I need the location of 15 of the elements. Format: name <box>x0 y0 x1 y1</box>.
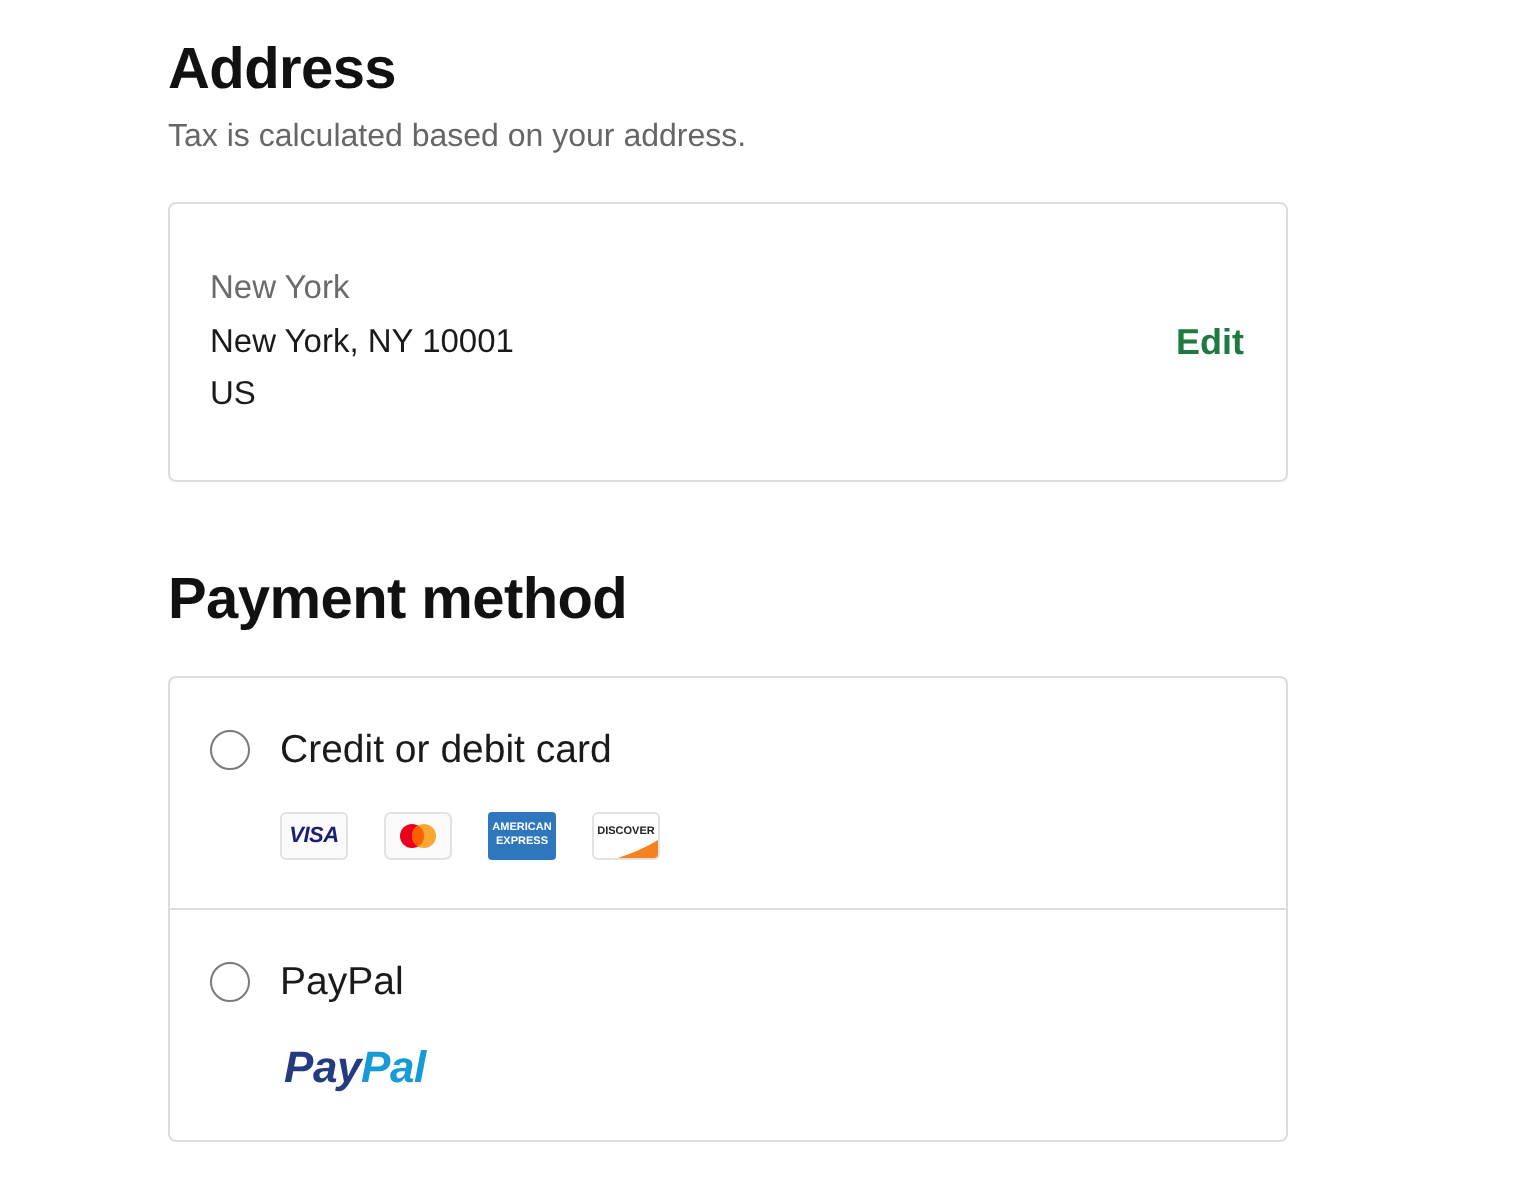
address-line: US <box>210 374 256 417</box>
radio-button[interactable] <box>210 962 250 1002</box>
section-subtitle: Tax is calculated based on your address. <box>168 118 747 158</box>
visa-logo: VISA <box>280 812 348 860</box>
paypal-logo: PayPal <box>284 1044 426 1092</box>
payment-option-label[interactable]: Credit or debit card <box>280 726 612 774</box>
swoosh-icon <box>618 840 658 858</box>
payment-option-label[interactable]: PayPal <box>280 958 404 1006</box>
address-line: New York, NY 10001 <box>210 321 514 364</box>
edit-link[interactable]: Edit <box>1176 318 1244 366</box>
two-circles-logo-icon <box>384 812 452 860</box>
section-heading: Payment method <box>168 566 628 636</box>
section-heading: Address <box>168 36 397 106</box>
address-line: New York <box>210 268 350 311</box>
radio-button[interactable] <box>210 730 250 770</box>
